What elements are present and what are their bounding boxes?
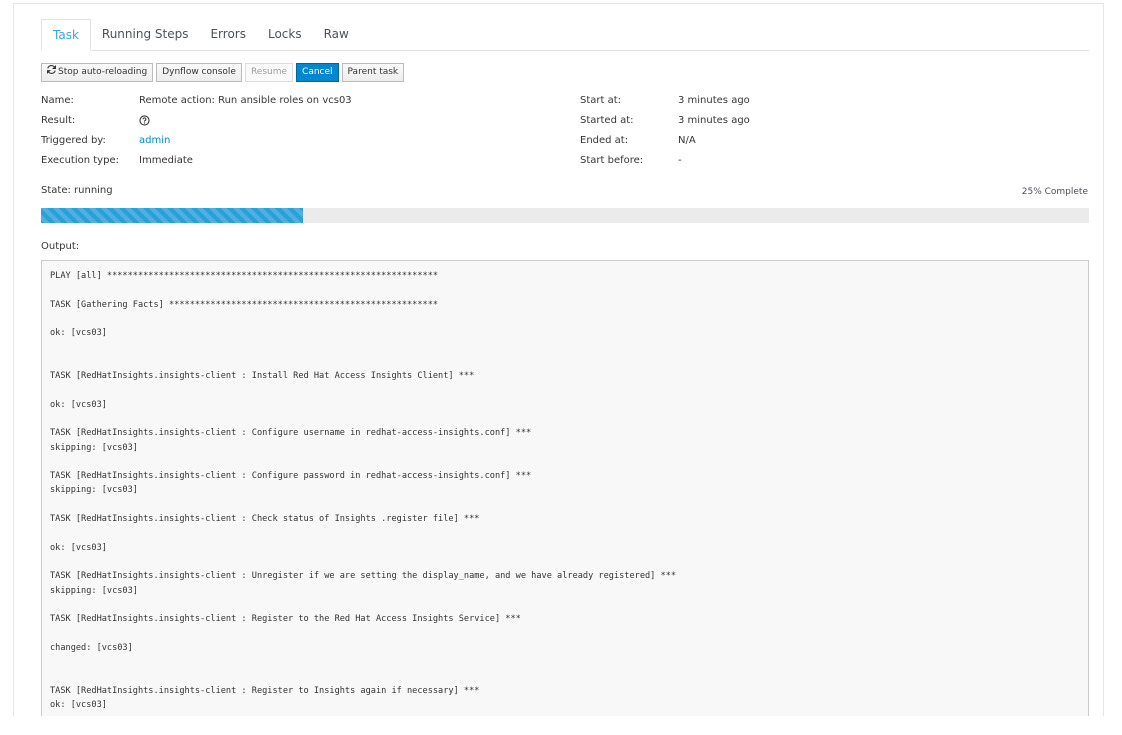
state-value: running [74,185,113,196]
tab-task[interactable]: Task [41,19,91,51]
parent-task-button[interactable]: Parent task [341,63,405,82]
task-state: State: running [41,185,113,196]
progress-percent-text: 25% Complete [1021,187,1088,197]
result-row: Result: [41,110,352,130]
name-row: Name: Remote action: Run ansible roles o… [41,90,352,110]
progress-bar [41,208,1089,223]
start-before-label: Start before: [580,154,644,166]
start-at-row: Start at: 3 minutes ago [580,90,750,110]
dynflow-console-button[interactable]: Dynflow console [156,63,242,82]
refresh-icon [47,64,56,81]
task-details-panel: Task Running Steps Errors Locks Raw Stop… [13,3,1104,716]
output-label: Output: [41,241,80,252]
ended-at-value: N/A [678,134,696,146]
tab-raw[interactable]: Raw [313,19,360,51]
ended-at-label: Ended at: [580,134,629,146]
task-toolbar: Stop auto-reloading Dynflow console Resu… [41,63,405,82]
task-details-left: Name: Remote action: Run ansible roles o… [41,90,352,170]
task-details-right: Start at: 3 minutes ago Started at: 3 mi… [580,90,750,170]
question-circle-icon [139,114,150,126]
tab-locks[interactable]: Locks [257,19,313,51]
start-before-row: Start before: - [580,150,750,170]
cancel-button[interactable]: Cancel [296,63,339,82]
started-at-value: 3 minutes ago [678,114,750,126]
output-console[interactable]: PLAY [all] *****************************… [41,260,1089,716]
resume-button[interactable]: Resume [244,63,294,82]
output-text: PLAY [all] *****************************… [50,271,677,710]
name-label: Name: [41,94,74,106]
tab-bar: Task Running Steps Errors Locks Raw [41,19,1089,51]
execution-type-row: Execution type: Immediate [41,150,352,170]
started-at-row: Started at: 3 minutes ago [580,110,750,130]
stop-auto-reloading-button[interactable]: Stop auto-reloading [41,63,154,82]
stop-auto-reloading-label: Stop auto-reloading [58,67,148,77]
state-label: State: [41,185,71,196]
ended-at-row: Ended at: N/A [580,130,750,150]
name-value: Remote action: Run ansible roles on vcs0… [139,94,352,106]
start-at-label: Start at: [580,94,622,106]
start-at-value: 3 minutes ago [678,94,750,106]
result-label: Result: [41,114,76,126]
triggered-by-user-link[interactable]: admin [139,135,170,146]
start-before-value: - [678,154,682,166]
execution-type-label: Execution type: [41,154,119,166]
tab-errors[interactable]: Errors [199,19,257,51]
execution-type-value: Immediate [139,154,193,166]
tab-running-steps[interactable]: Running Steps [91,19,200,51]
progress-bar-fill [41,208,303,223]
triggered-by-label: Triggered by: [41,134,106,146]
started-at-label: Started at: [580,114,634,126]
triggered-by-row: Triggered by: admin [41,130,352,150]
